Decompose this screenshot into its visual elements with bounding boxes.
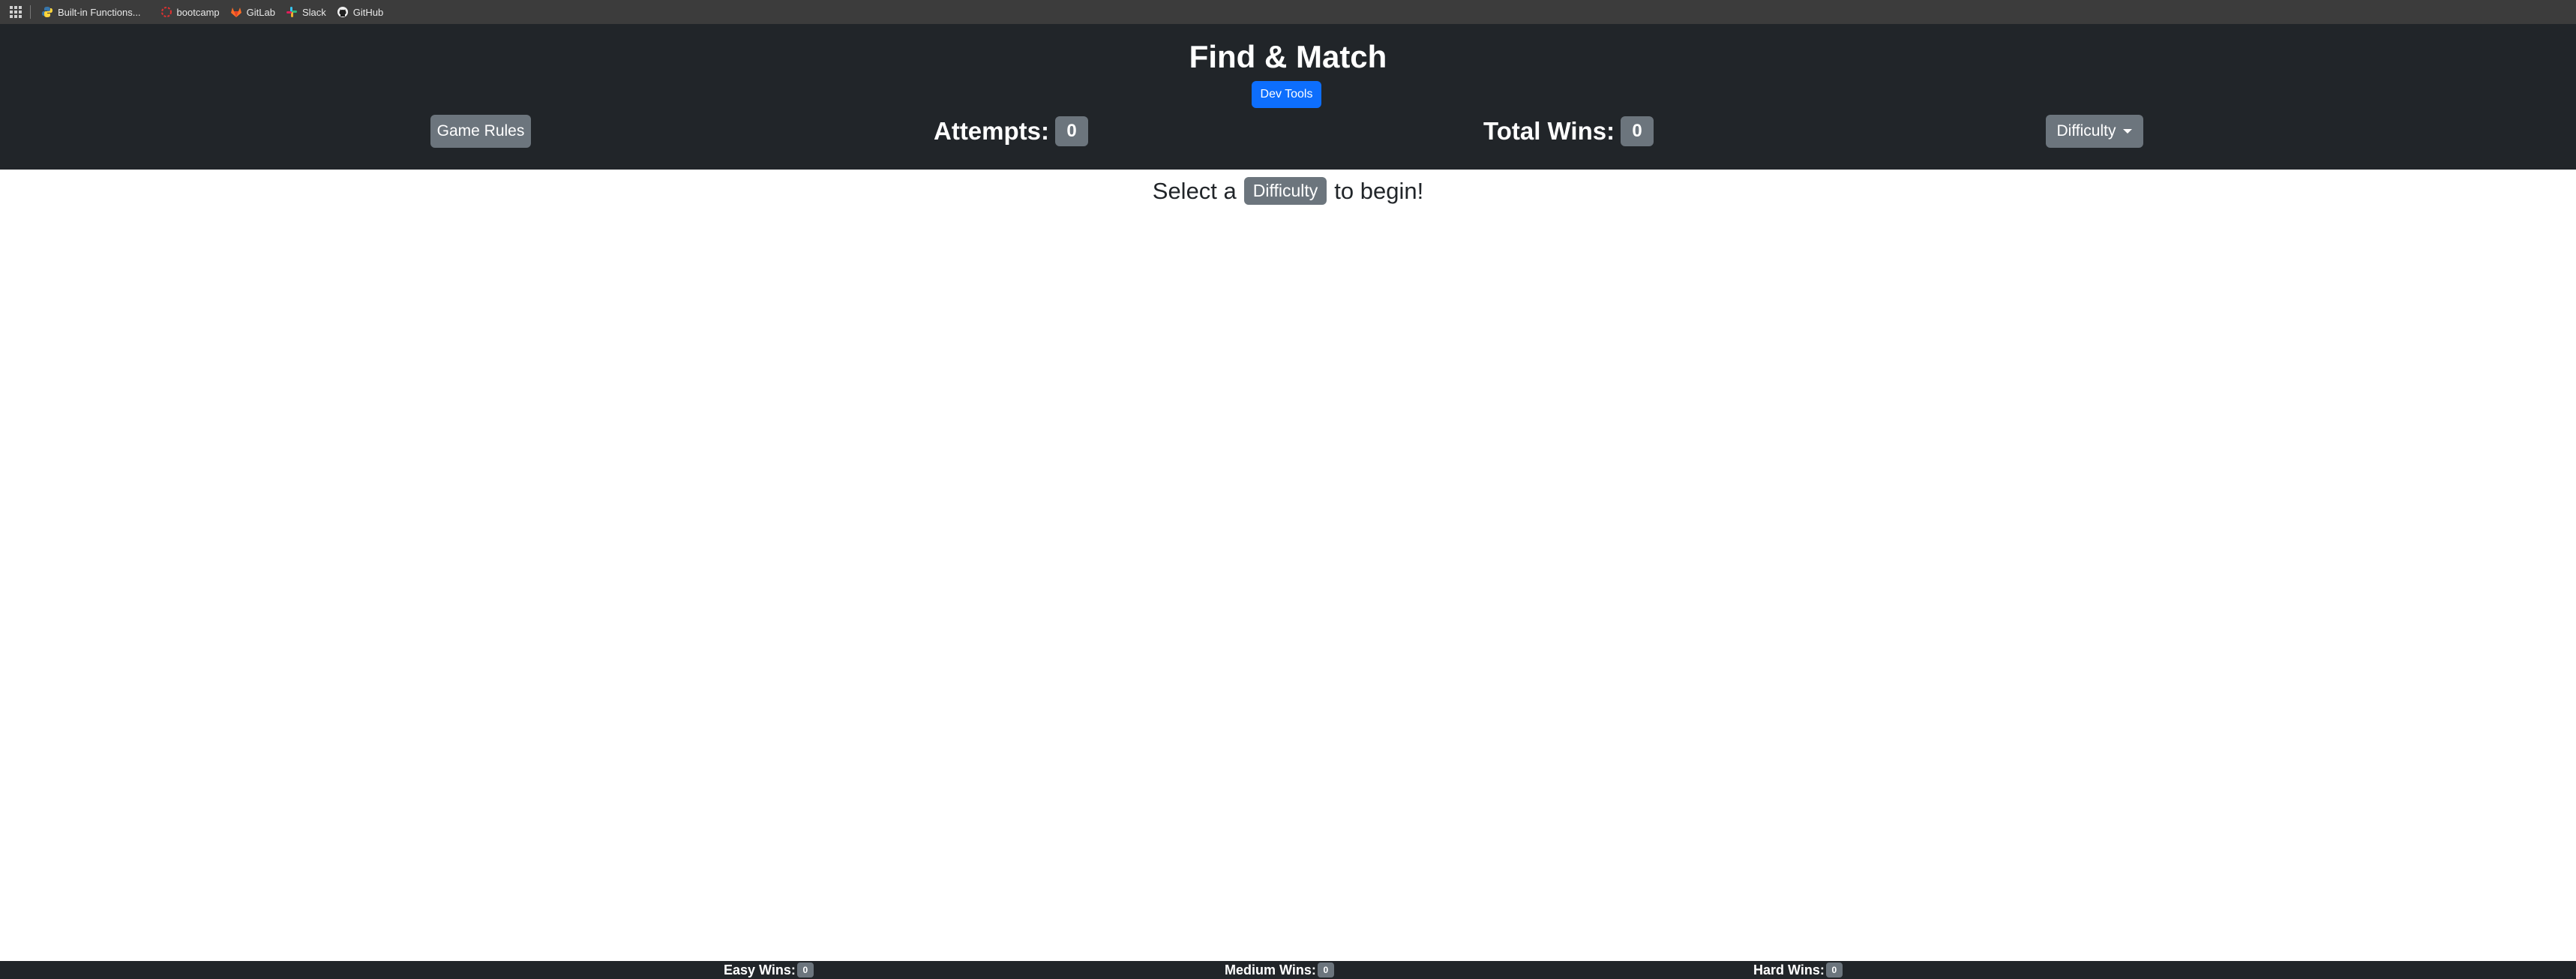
difficulty-badge: Difficulty (1243, 177, 1327, 205)
bookmarks-bar: Built-in Functions... bootcamp GitLab Sl… (0, 0, 2576, 24)
total-wins-label: Total Wins: (1483, 117, 1615, 145)
bookmark-github[interactable]: GitHub (337, 6, 383, 18)
total-wins-badge: 0 (1621, 116, 1654, 146)
github-icon (337, 6, 349, 18)
attempts-badge: 0 (1055, 116, 1088, 146)
hard-wins-badge: 0 (1825, 962, 1843, 977)
game-rules-button[interactable]: Game Rules (430, 115, 531, 148)
difficulty-label: Difficulty (2056, 122, 2116, 140)
bookmarks-divider (30, 5, 31, 19)
easy-wins-label: Easy Wins: (724, 962, 796, 977)
medium-wins-label: Medium Wins: (1225, 962, 1316, 977)
page-title: Find & Match (1189, 39, 1387, 74)
bookmark-built-in-functions[interactable]: Built-in Functions... (41, 6, 141, 18)
gitlab-icon (230, 6, 242, 18)
prompt-text-after: to begin! (1334, 177, 1424, 204)
bookmark-label: GitHub (352, 6, 384, 18)
medium-wins-badge: 0 (1317, 962, 1334, 977)
bookmark-bootcamp[interactable]: bootcamp (160, 6, 220, 18)
attempts-label: Attempts: (934, 117, 1049, 145)
bookmark-label: bootcamp (176, 6, 220, 18)
hard-wins-label: Hard Wins: (1753, 962, 1825, 977)
python-icon (41, 6, 53, 18)
game-header: Find & Match Dev Tools Game Rules Attemp… (0, 24, 2576, 170)
medium-wins-stat: Medium Wins: 0 (1225, 961, 1334, 979)
bookmark-label: GitLab (246, 6, 275, 18)
attempts-stat: Attempts: 0 (934, 114, 1088, 149)
caret-down-icon (2123, 129, 2133, 134)
dev-tools-button[interactable]: Dev Tools (1252, 81, 1321, 108)
start-prompt: Select a Difficulty to begin! (0, 177, 2576, 205)
bookmark-label: Slack (301, 6, 326, 18)
easy-wins-badge: 0 (796, 962, 814, 977)
bookmark-slack[interactable]: Slack (286, 6, 326, 18)
bookmark-gitlab[interactable]: GitLab (230, 6, 275, 18)
apps-grid-icon[interactable] (9, 5, 22, 19)
wins-footer: Easy Wins: 0 Medium Wins: 0 Hard Wins: 0 (0, 961, 2576, 979)
difficulty-dropdown-button[interactable]: Difficulty (2046, 115, 2143, 148)
total-wins-stat: Total Wins: 0 (1483, 114, 1654, 149)
hard-wins-stat: Hard Wins: 0 (1753, 961, 1843, 979)
slack-icon (286, 6, 298, 18)
bookmark-label: Built-in Functions... (58, 6, 141, 18)
easy-wins-stat: Easy Wins: 0 (724, 961, 814, 979)
prompt-text-before: Select a (1152, 177, 1237, 204)
bootcamp-icon (160, 6, 172, 18)
